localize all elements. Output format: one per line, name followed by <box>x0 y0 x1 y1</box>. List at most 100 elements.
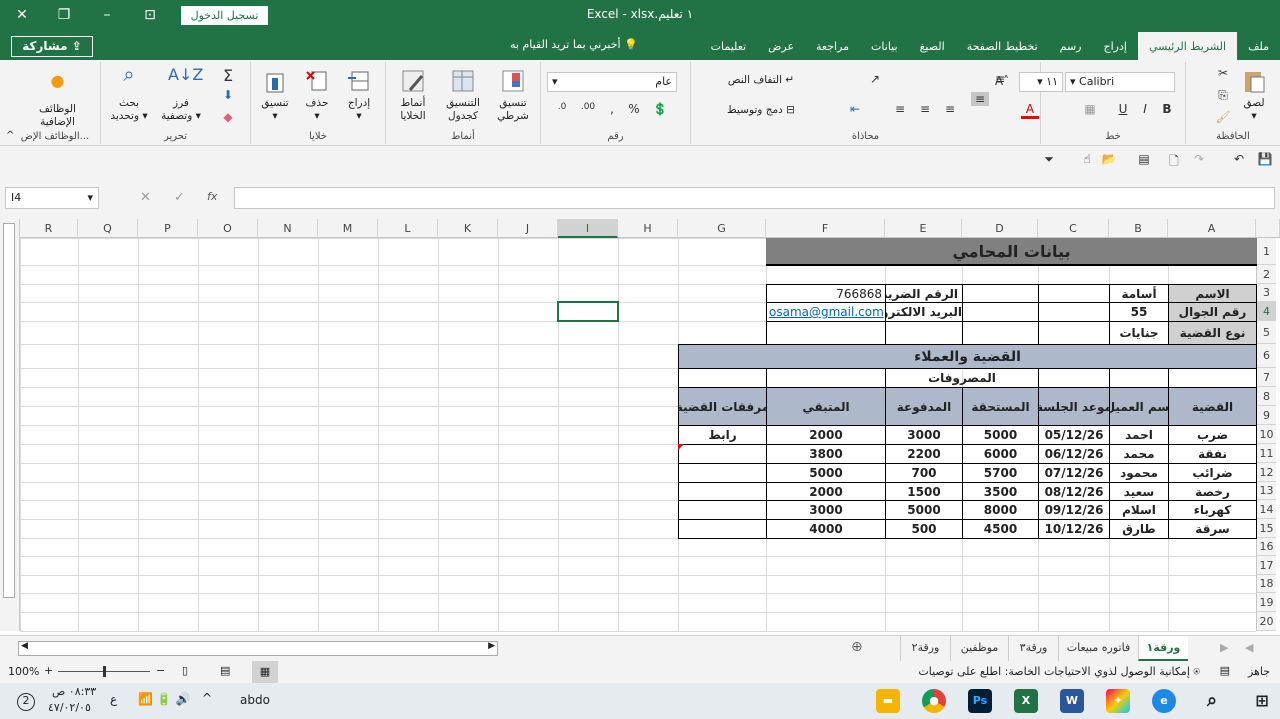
collapse-ribbon-icon[interactable]: ^ <box>6 130 14 141</box>
increase-decimal-icon[interactable]: .00 <box>579 102 597 112</box>
comma-button[interactable]: , <box>603 102 621 116</box>
tab-9[interactable]: تعليمات <box>700 32 757 60</box>
clear-icon[interactable]: ◆ <box>219 110 237 124</box>
row-header-7[interactable]: 7 <box>1256 368 1276 387</box>
share-button[interactable]: مشاركة ⇪ <box>11 36 93 57</box>
attachment-link[interactable]: رابط <box>678 425 767 445</box>
open-icon[interactable]: 📂 <box>1100 152 1118 166</box>
row-header-8[interactable]: 8 <box>1256 387 1276 406</box>
column-header-f[interactable]: F <box>766 219 885 238</box>
currency-icon[interactable]: 💲 <box>651 102 669 116</box>
column-header-d[interactable]: D <box>962 219 1038 238</box>
row-header-6[interactable]: 6 <box>1256 344 1276 368</box>
word-icon[interactable]: W <box>1060 689 1084 713</box>
photoshop-icon[interactable]: Ps <box>968 689 992 713</box>
addins-button[interactable]: ● الوظائف الإضافية <box>25 73 90 129</box>
column-header-q[interactable]: Q <box>78 219 138 238</box>
column-header-g[interactable]: G <box>678 219 766 238</box>
accessibility-status[interactable]: ⍟ إمكانية الوصول لذوي الاحتياجات الخاصة:… <box>918 665 1200 679</box>
format-as-table-button[interactable]: التنسيق كجدول <box>438 68 488 123</box>
sheet-tab[interactable]: موظفين <box>950 636 1008 661</box>
name-box[interactable]: I4 ▾ <box>5 187 99 209</box>
insert-function-button[interactable]: fx <box>207 190 217 203</box>
column-header-k[interactable]: K <box>438 219 498 238</box>
sheet-tab[interactable]: ورقة١ <box>1138 636 1188 661</box>
insert-cells-button[interactable]: إدراج ▾ <box>339 68 379 123</box>
clock-date[interactable]: ٤٧/٠٢/٠٥ <box>48 701 91 714</box>
number-format-select[interactable]: عام ▾ <box>547 72 677 92</box>
zoom-slider-thumb[interactable] <box>103 666 106 677</box>
column-header-o[interactable]: O <box>198 219 258 238</box>
column-header-b[interactable]: B <box>1109 219 1168 238</box>
new-file-icon[interactable]: 🗋 <box>1165 152 1183 173</box>
zoom-out-icon[interactable]: − <box>156 664 165 677</box>
customize-qat-icon[interactable]: ⏷ <box>1040 152 1058 167</box>
formula-input[interactable] <box>234 187 1275 209</box>
search-icon[interactable]: ⌕ <box>1200 689 1224 713</box>
clock-time[interactable]: ٠٨:٣٣ ص <box>52 685 96 698</box>
tab-5[interactable]: الصيغ <box>909 32 956 60</box>
sort-filter-button[interactable]: A↓Z فرز وتصفية ▾ <box>156 67 206 123</box>
close-icon[interactable]: ✕ <box>10 5 34 25</box>
sheet-tab[interactable]: فاتوره مبيعات <box>1058 636 1138 661</box>
column-header-e[interactable]: E <box>885 219 962 238</box>
prev-sheet-icon[interactable]: ◀ <box>1245 641 1253 654</box>
page-layout-view-icon[interactable]: ▤ <box>220 664 230 677</box>
indent-icon[interactable]: ⇤ <box>846 102 864 116</box>
row-header-2[interactable]: 2 <box>1256 265 1276 284</box>
notification-badge[interactable]: 2 <box>17 693 35 711</box>
format-painter-icon[interactable]: 🖌 <box>1214 110 1232 124</box>
normal-view-icon[interactable]: ▦ <box>252 661 278 683</box>
tab-2[interactable]: إدراج <box>1093 32 1138 60</box>
column-header-h[interactable]: H <box>618 219 678 238</box>
redo-icon[interactable]: ↷ <box>1190 152 1208 166</box>
email-link[interactable]: osama@gmail.com <box>766 302 886 322</box>
tab-7[interactable]: مراجعة <box>805 32 860 60</box>
sheet-tab[interactable]: ورقة٣ <box>1008 636 1058 661</box>
row-header-18[interactable]: 18 <box>1256 575 1276 593</box>
add-sheet-button[interactable]: ⊕ <box>851 639 863 655</box>
percent-button[interactable]: % <box>625 102 643 116</box>
conditional-formatting-button[interactable]: تنسيق شرطي <box>488 68 538 123</box>
delete-cells-button[interactable]: حذف ▾ <box>297 68 337 123</box>
ribbon-display-icon[interactable]: ⊡ <box>138 5 162 25</box>
row-header-1[interactable]: 1 <box>1256 238 1276 265</box>
row-header-14[interactable]: 14 <box>1256 500 1276 519</box>
zoom-in-icon[interactable]: + <box>44 664 53 677</box>
save-icon[interactable]: 💾 <box>1256 152 1274 166</box>
row-header-19[interactable]: 19 <box>1256 593 1276 612</box>
chrome-icon[interactable]: ● <box>922 689 946 713</box>
wrap-text-button[interactable]: التفاف النص ↵ <box>721 74 801 87</box>
row-header-5[interactable]: 5 <box>1256 321 1276 344</box>
touch-mode-icon[interactable]: ☝ <box>1078 152 1096 166</box>
row-header-20[interactable]: 20 <box>1256 612 1276 631</box>
copilot-icon[interactable]: ✦ <box>1106 689 1130 713</box>
excel-icon[interactable]: X <box>1014 689 1038 713</box>
paste-button[interactable]: لصق ▾ <box>1236 68 1272 123</box>
tab-1[interactable]: الشريط الرئيسي <box>1137 32 1238 60</box>
row-header-13[interactable]: 13 <box>1256 482 1276 500</box>
column-header-p[interactable]: P <box>138 219 198 238</box>
align-top-icon[interactable]: ≡ <box>991 72 1009 86</box>
enter-icon[interactable]: ✓ <box>174 190 185 205</box>
align-left-icon[interactable]: ≡ <box>891 102 909 116</box>
tab-6[interactable]: بيانات <box>860 32 909 60</box>
scroll-thumb[interactable] <box>3 223 15 598</box>
vertical-scrollbar[interactable] <box>0 219 20 631</box>
row-header-3[interactable]: 3 <box>1256 284 1276 302</box>
row-header-16[interactable]: 16 <box>1256 538 1276 556</box>
tell-me-search[interactable]: 💡 أخبرني بما تريد القيام به <box>510 38 638 51</box>
align-bottom-icon[interactable]: ≡ <box>971 92 989 106</box>
horizontal-scrollbar[interactable]: ◀ ▶ <box>18 641 498 656</box>
cell-styles-button[interactable]: أنماط الخلايا <box>388 68 438 123</box>
column-header-a[interactable]: A <box>1168 219 1256 238</box>
sheet-tab[interactable]: ورقة٢ <box>900 636 950 661</box>
align-center-icon[interactable]: ≡ <box>916 102 934 116</box>
cancel-icon[interactable]: ✕ <box>140 190 151 205</box>
page-break-view-icon[interactable]: ▯ <box>182 664 188 677</box>
tray-expand-icon[interactable]: ^ <box>202 691 212 705</box>
format-cells-button[interactable]: تنسيق ▾ <box>255 68 295 123</box>
cut-icon[interactable]: ✂ <box>1214 66 1232 80</box>
active-cell-selection[interactable] <box>557 301 619 322</box>
undo-icon[interactable]: ↶ <box>1230 152 1248 166</box>
